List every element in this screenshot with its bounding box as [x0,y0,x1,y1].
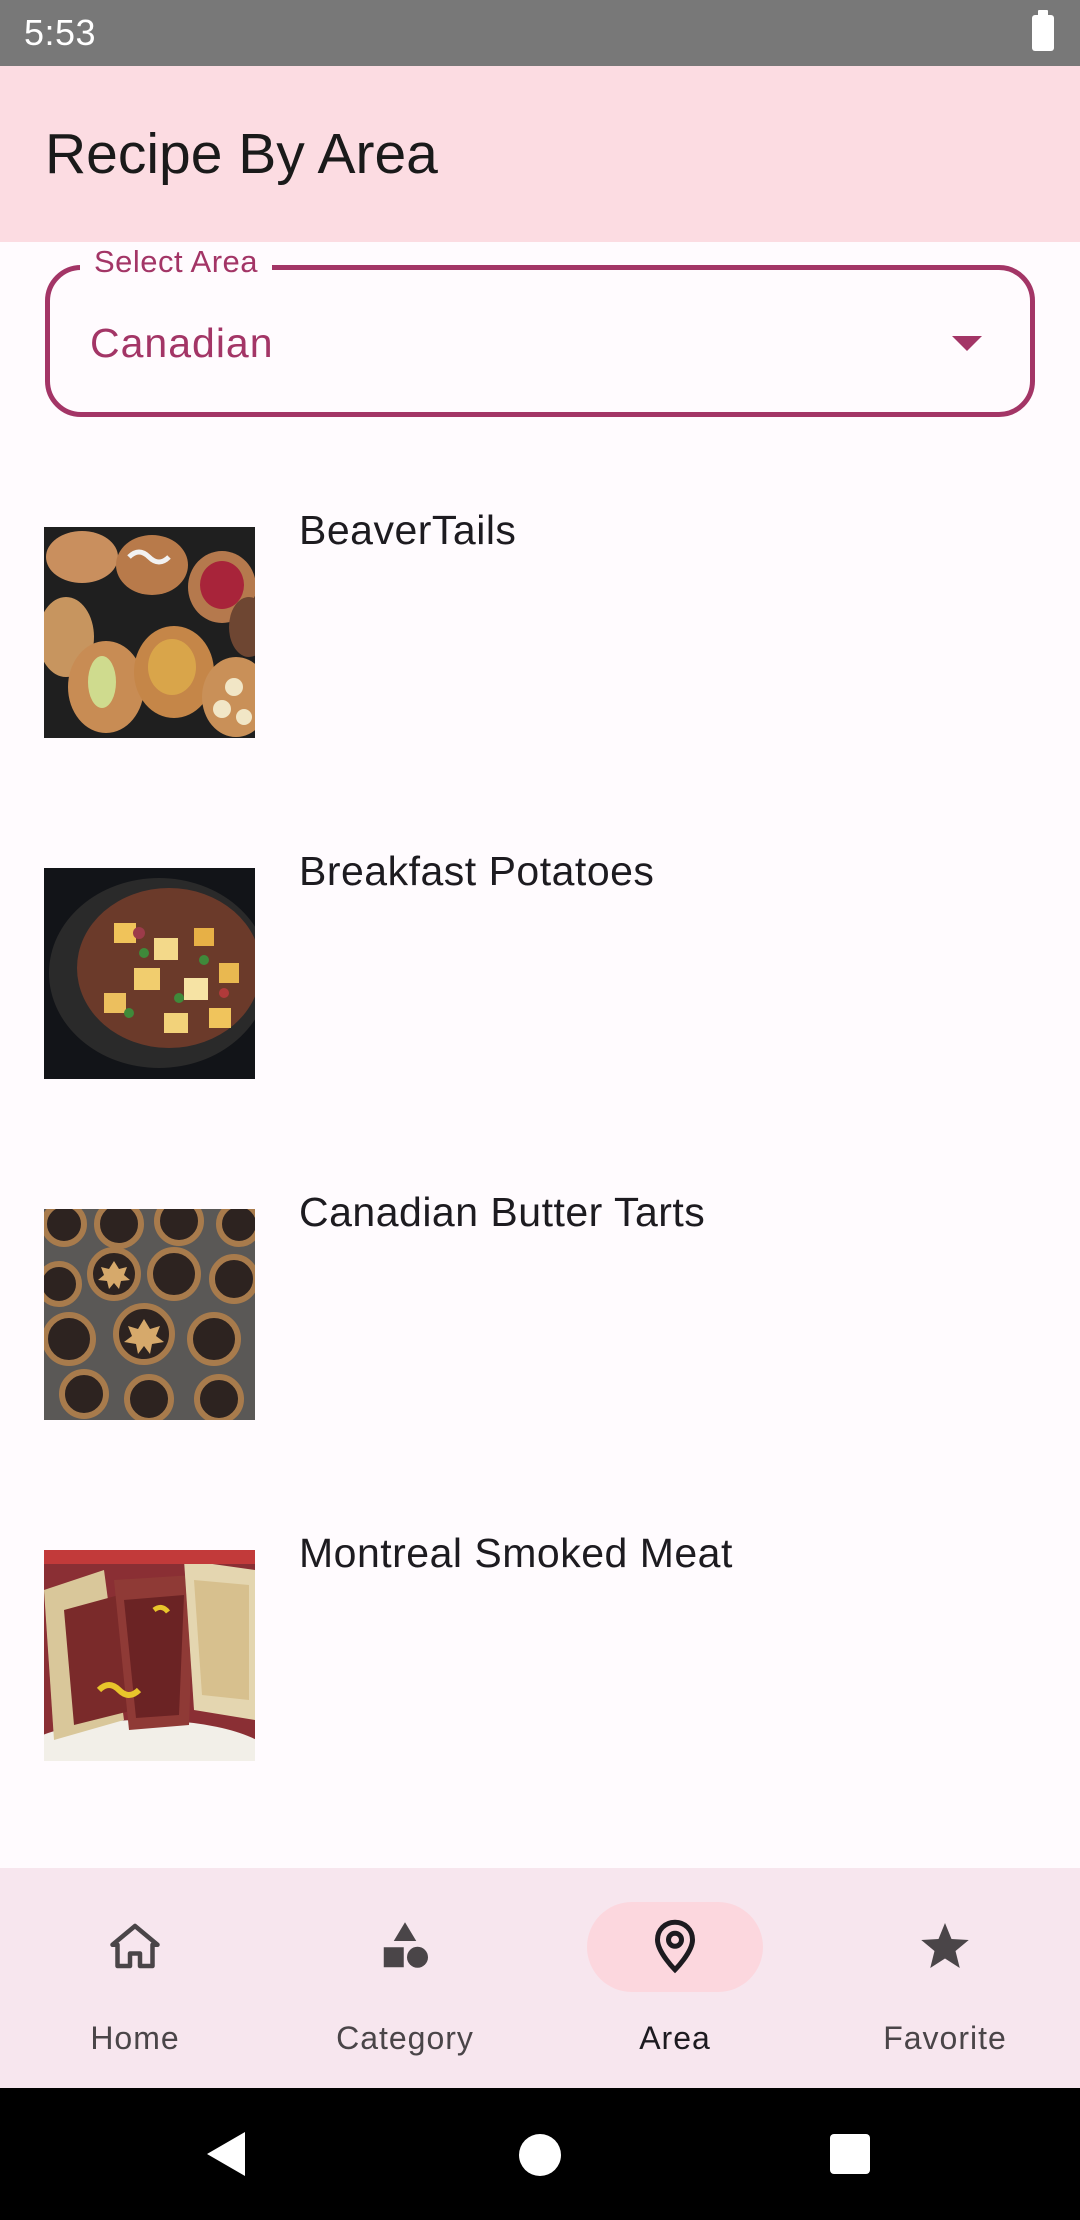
app-bar: Recipe By Area [0,66,1080,242]
status-bar: 5:53 [0,0,1080,66]
nav-item-favorite[interactable]: Favorite [810,1868,1080,2088]
nav-label: Home [90,2020,180,2056]
recipe-name: Canadian Butter Tarts [299,1189,706,1235]
recipe-name: BeaverTails [299,507,517,553]
recipe-list-item[interactable]: Montreal Smoked Meat [0,1530,1080,1810]
nav-label: Favorite [883,2020,1007,2056]
back-icon[interactable] [207,2132,245,2176]
nav-item-home[interactable]: Home [0,1868,270,2088]
home-icon [110,1923,160,1969]
status-time: 5:53 [24,12,97,53]
recipe-list-item[interactable]: BeaverTails [0,507,1080,787]
recipe-name: Montreal Smoked Meat [299,1530,733,1576]
nav-label: Area [639,2020,711,2056]
recipe-list-item[interactable]: Canadian Butter Tarts [0,1189,1080,1469]
area-select-dropdown[interactable]: Select Area Canadian [45,244,1035,417]
dropdown-arrow-icon[interactable] [952,336,982,351]
page-title: Recipe By Area [45,122,438,186]
recipe-thumbnail[interactable] [44,868,255,1079]
nav-item-area[interactable]: Area [540,1868,810,2088]
recipe-thumbnail[interactable] [44,527,255,738]
area-select-label: Select Area [80,244,273,280]
recipe-name: Breakfast Potatoes [299,848,655,894]
recipe-list-item[interactable]: Breakfast Potatoes [0,848,1080,1128]
system-navigation-bar [0,2088,1080,2220]
nav-item-category[interactable]: Category [270,1868,540,2088]
category-icon [383,1922,428,1968]
recents-icon[interactable] [830,2134,870,2174]
bottom-navigation: Home Category Area Favorite [0,1868,1080,2088]
recipe-thumbnail[interactable] [44,1550,255,1761]
nav-label: Category [336,2020,474,2056]
star-icon [921,1923,969,1968]
recipe-thumbnail[interactable] [44,1209,255,1420]
battery-icon [1032,10,1054,51]
home-button-icon[interactable] [519,2134,561,2176]
area-select-value: Canadian [90,320,274,366]
location-pin-icon [654,1919,696,1974]
